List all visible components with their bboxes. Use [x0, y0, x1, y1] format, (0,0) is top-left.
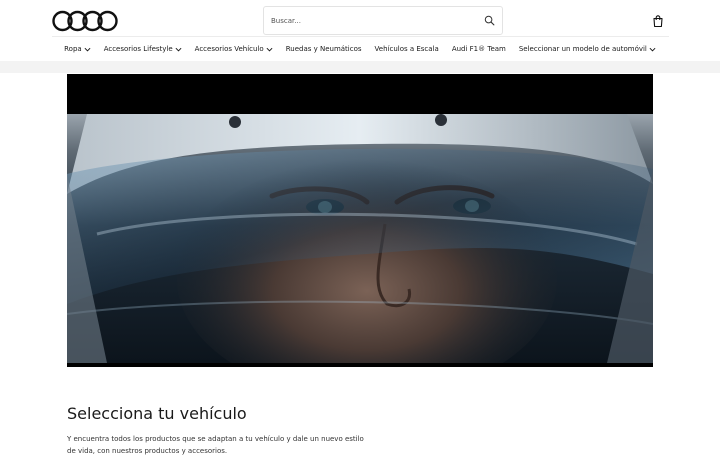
site-header: Ropa Accesorios Lifestyle Accesorios Veh…: [0, 0, 720, 62]
search-input[interactable]: [264, 7, 474, 34]
hero-helmet-image: [67, 114, 653, 363]
nav-item-label: Vehículos a Escala: [374, 45, 439, 53]
header-separator-band: [0, 61, 720, 73]
nav-item-label: Ruedas y Neumáticos: [285, 45, 362, 53]
nav-item-ropa[interactable]: Ropa: [58, 45, 98, 53]
page-description: Y encuentra todos los productos que se a…: [67, 435, 364, 455]
nav-item-select-model[interactable]: Seleccionar un modelo de automóvil: [512, 45, 662, 53]
hero-video[interactable]: [67, 74, 653, 367]
nav-item-label: Accesorios Vehículo: [194, 45, 264, 53]
nav-item-vehiculos-escala[interactable]: Vehículos a Escala: [368, 45, 445, 53]
shopping-bag-icon[interactable]: [651, 14, 665, 28]
chevron-down-icon: [649, 47, 656, 51]
main-nav: Ropa Accesorios Lifestyle Accesorios Veh…: [0, 37, 720, 61]
page-title: Selecciona tu vehículo: [67, 404, 247, 423]
audi-rings-logo[interactable]: [52, 9, 118, 33]
nav-item-accesorios-vehiculo[interactable]: Accesorios Vehículo: [188, 45, 279, 53]
chevron-down-icon: [266, 47, 273, 51]
nav-item-ruedas-neumaticos[interactable]: Ruedas y Neumáticos: [279, 45, 368, 53]
nav-item-label: Ropa: [64, 45, 82, 53]
chevron-down-icon: [84, 47, 91, 51]
nav-item-label: Accesorios Lifestyle: [103, 45, 173, 53]
nav-item-label: Audi F1® Team: [451, 45, 506, 53]
nav-item-label: Seleccionar un modelo de automóvil: [518, 45, 647, 53]
nav-item-audi-f1-team[interactable]: Audi F1® Team: [445, 45, 512, 53]
chevron-down-icon: [175, 47, 182, 51]
search-box: [263, 6, 503, 35]
search-icon[interactable]: [484, 15, 495, 26]
nav-item-accesorios-lifestyle[interactable]: Accesorios Lifestyle: [97, 45, 188, 53]
